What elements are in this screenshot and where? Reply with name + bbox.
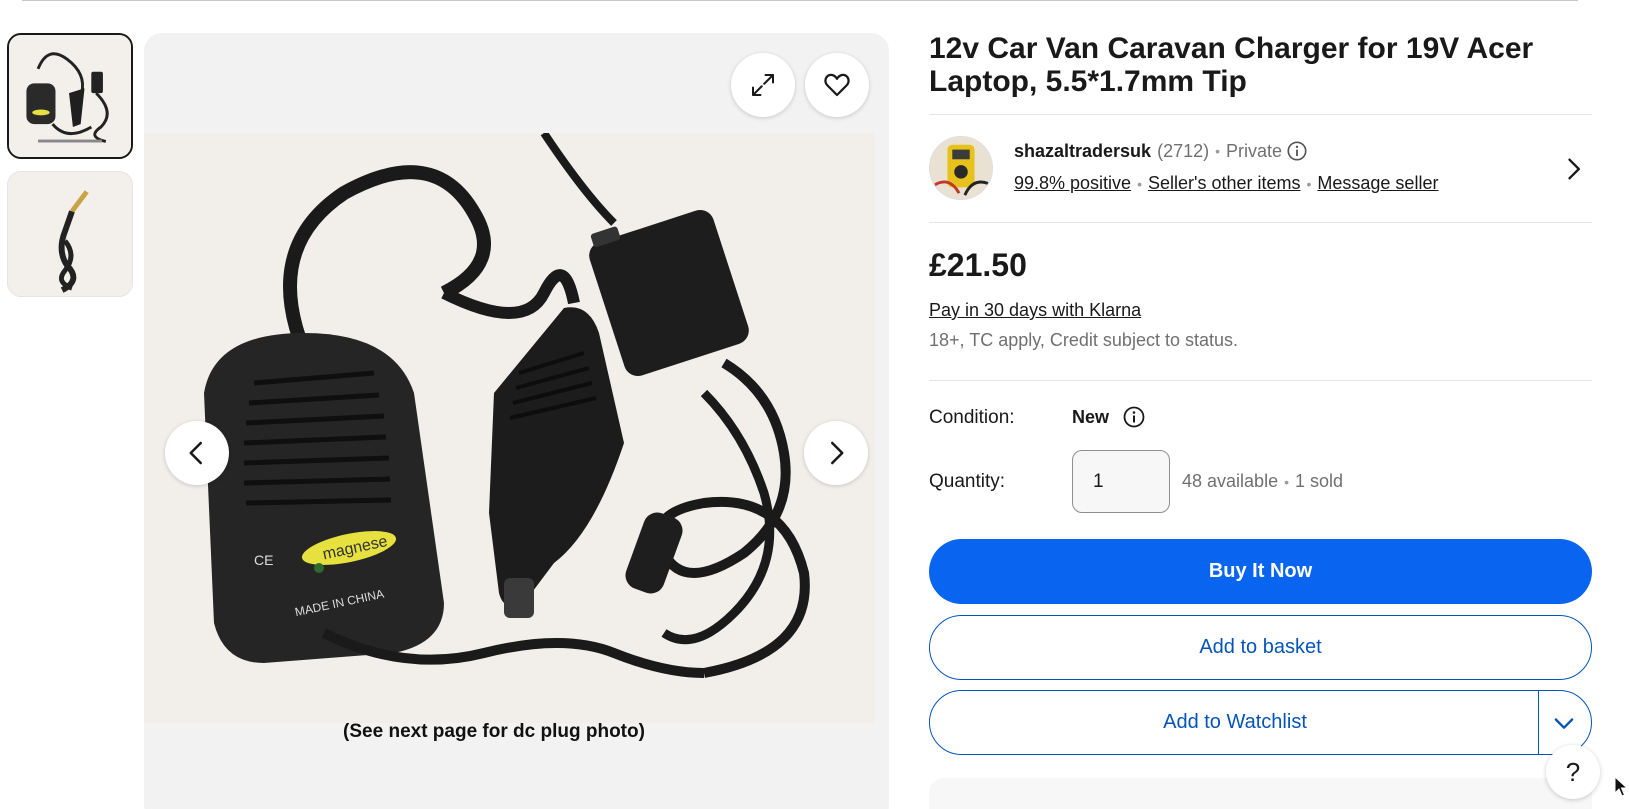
listing-title: 12v Car Van Caravan Charger for 19V Acer… bbox=[929, 32, 1534, 98]
info-icon[interactable] bbox=[1122, 405, 1146, 429]
svg-text:CE: CE bbox=[254, 552, 273, 568]
seller-feedback-count: (2712) bbox=[1157, 140, 1210, 161]
divider bbox=[929, 114, 1592, 115]
quantity-availability: 48 available • 1 sold bbox=[1182, 471, 1343, 492]
condition-value: New bbox=[1072, 407, 1110, 427]
seller-type: Private bbox=[1226, 140, 1283, 161]
add-to-basket-button[interactable]: Add to basket bbox=[929, 615, 1592, 680]
chevron-right-icon bbox=[831, 441, 844, 465]
add-to-watchlist-button[interactable]: Add to Watchlist bbox=[929, 690, 1592, 755]
main-product-image[interactable]: magnese CE MADE IN CHINA bbox=[144, 133, 874, 723]
divider bbox=[929, 380, 1592, 381]
seller-avatar[interactable] bbox=[929, 136, 993, 200]
klarna-note: 18+, TC apply, Credit subject to status. bbox=[929, 330, 1238, 350]
seller-links-row: 99.8% positive • Seller's other items • … bbox=[1014, 173, 1438, 194]
message-seller-link[interactable]: Message seller bbox=[1317, 173, 1438, 194]
seller-info-row: shazaltradersuk (2712) • Private bbox=[1014, 140, 1308, 162]
sold-count: 1 sold bbox=[1294, 471, 1344, 491]
seller-positive-link[interactable]: 99.8% positive bbox=[1014, 173, 1131, 194]
separator-dot: • bbox=[1137, 175, 1142, 192]
listing-details: 12v Car Van Caravan Charger for 19V Acer… bbox=[929, 0, 1592, 809]
watch-heart-button[interactable] bbox=[805, 53, 869, 117]
thumbnail-2[interactable] bbox=[7, 171, 133, 297]
car-charger-photo: magnese CE MADE IN CHINA bbox=[144, 133, 874, 723]
watchlist-label: Add to Watchlist bbox=[1163, 711, 1307, 733]
condition-label: Condition: bbox=[929, 407, 1015, 428]
item-price: £21.50 bbox=[929, 247, 1027, 283]
separator-dot: • bbox=[1284, 474, 1289, 490]
klarna-link[interactable]: Pay in 30 days with Klarna bbox=[929, 300, 1141, 321]
image-gallery: magnese CE MADE IN CHINA (See next page … bbox=[144, 33, 889, 809]
quantity-input[interactable] bbox=[1072, 450, 1170, 513]
mouse-cursor-icon bbox=[1614, 776, 1628, 797]
image-caption: (See next page for dc plug photo) bbox=[343, 721, 645, 742]
chevron-left-icon bbox=[189, 441, 202, 465]
separator-dot: • bbox=[1306, 175, 1312, 192]
seller-name[interactable]: shazaltradersuk bbox=[1014, 141, 1151, 162]
buy-it-now-button[interactable]: Buy It Now bbox=[929, 539, 1592, 604]
charger-thumbnail-image bbox=[9, 35, 131, 157]
info-icon[interactable] bbox=[1286, 140, 1308, 162]
expand-image-button[interactable] bbox=[731, 53, 795, 117]
separator-dot: • bbox=[1215, 143, 1221, 159]
divider bbox=[929, 222, 1592, 223]
dc-plug-thumbnail-image bbox=[8, 172, 132, 296]
previous-image-button[interactable] bbox=[165, 421, 229, 485]
seller-avatar-image bbox=[930, 137, 992, 199]
seller-other-items-link[interactable]: Seller's other items bbox=[1148, 173, 1301, 194]
chevron-down-icon[interactable] bbox=[1550, 709, 1578, 737]
help-button[interactable]: ? bbox=[1546, 745, 1600, 799]
thumbnail-1[interactable] bbox=[7, 33, 133, 159]
heart-icon bbox=[824, 73, 850, 97]
expand-icon bbox=[752, 74, 774, 96]
quantity-label: Quantity: bbox=[929, 471, 1006, 492]
next-image-button[interactable] bbox=[804, 421, 868, 485]
watchlist-divider bbox=[1538, 691, 1539, 754]
available-count: 48 available bbox=[1182, 471, 1279, 491]
chevron-right-icon[interactable] bbox=[1559, 155, 1587, 183]
shipping-card bbox=[929, 778, 1592, 809]
